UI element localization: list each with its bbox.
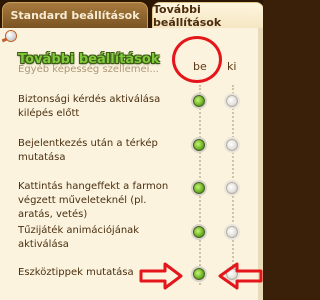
row-label-click-sound: Kattintás hangeffekt a farmon végzett mű…	[18, 181, 169, 220]
radio-tooltips-on[interactable]	[193, 268, 205, 280]
radio-map-after-login-on[interactable]	[193, 139, 205, 151]
tab-bar: Standard beállítások További beállítások	[0, 0, 263, 29]
highlight-circle	[172, 36, 222, 83]
tab-standard-settings[interactable]: Standard beállítások	[2, 2, 148, 28]
radio-click-sound-off[interactable]	[226, 182, 238, 194]
arrow-left-annotation-icon	[218, 262, 263, 290]
scrollbar[interactable]	[258, 28, 263, 300]
radio-security-question-off[interactable]	[226, 95, 238, 107]
section-title: További beállítások	[18, 52, 160, 67]
row-label-fireworks: Tűzijáték animációjának aktiválása	[18, 225, 140, 250]
radio-fireworks-on[interactable]	[193, 226, 205, 238]
radio-map-after-login-off[interactable]	[226, 139, 238, 151]
arrow-right-annotation-icon	[139, 262, 183, 290]
tab-more-settings[interactable]: További beállítások	[152, 2, 263, 29]
pin-icon	[6, 31, 16, 41]
row-label-map-after-login: Bejelentkezés után a térkép mutatása	[18, 138, 158, 163]
radio-security-question-on[interactable]	[193, 95, 205, 107]
radio-click-sound-on[interactable]	[193, 182, 205, 194]
row-label-security-question: Biztonsági kérdés aktiválása kilépés elő…	[18, 94, 161, 119]
settings-window: Standard beállítások További beállítások…	[0, 0, 263, 300]
radio-fireworks-off[interactable]	[226, 226, 238, 238]
column-header-off: ki	[227, 60, 237, 73]
